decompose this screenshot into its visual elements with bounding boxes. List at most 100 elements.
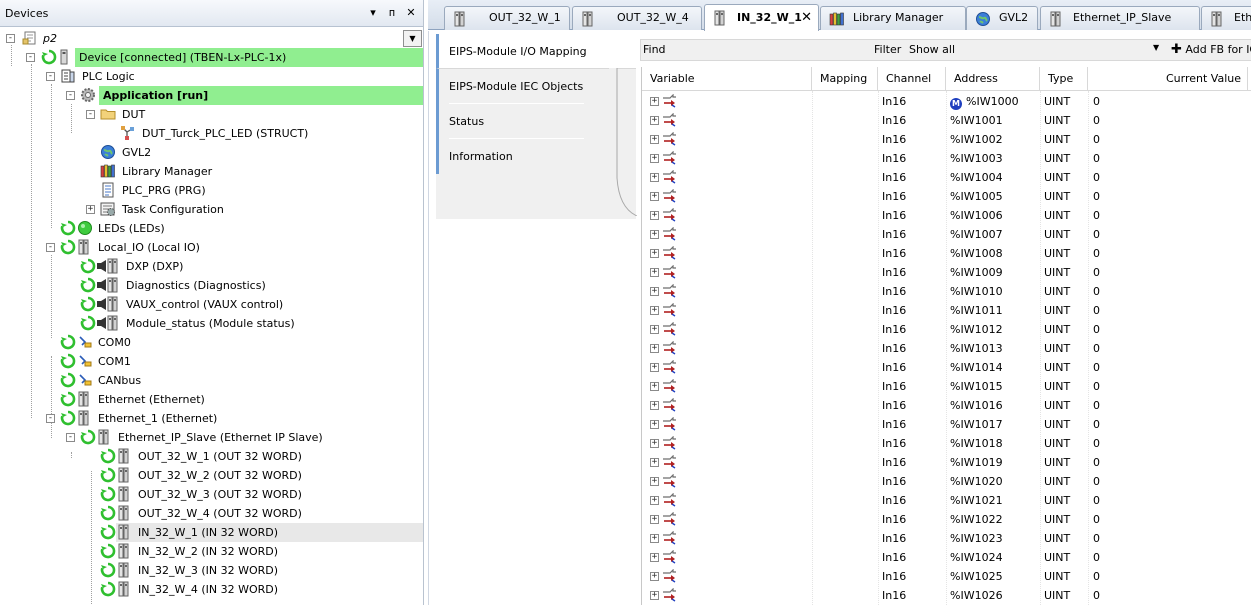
table-row[interactable]: + In16 %IW1025 UINT 0 — [642, 567, 1251, 586]
tree-node[interactable]: COM1 — [0, 352, 423, 371]
table-row[interactable]: + In16 %IW1020 UINT 0 — [642, 472, 1251, 491]
tree-node[interactable]: + Task Configuration — [0, 200, 423, 219]
table-row[interactable]: + In16 %IW1017 UINT 0 — [642, 415, 1251, 434]
tree-node[interactable]: - Ethernet_IP_Slave (Ethernet IP Slave) — [0, 428, 423, 447]
side-tab-status[interactable]: Status — [436, 104, 609, 139]
collapse-icon[interactable]: - — [46, 243, 55, 252]
tree-node[interactable]: IN_32_W_2 (IN 32 WORD) — [0, 542, 423, 561]
panel-close-icon[interactable]: ✕ — [404, 6, 418, 19]
expand-icon[interactable]: + — [650, 154, 659, 163]
tree-node[interactable]: DXP (DXP) — [0, 257, 423, 276]
table-row[interactable]: + In16 %IW1024 UINT 0 — [642, 548, 1251, 567]
tree-node[interactable]: OUT_32_W_4 (OUT 32 WORD) — [0, 504, 423, 523]
tree-node[interactable]: PLC_PRG (PRG) — [0, 181, 423, 200]
table-row[interactable]: + In16 %IW1010 UINT 0 — [642, 282, 1251, 301]
expand-icon[interactable]: + — [650, 458, 659, 467]
collapse-icon[interactable]: - — [6, 34, 15, 43]
expand-icon[interactable]: + — [650, 363, 659, 372]
side-tab-information[interactable]: Information — [436, 139, 609, 174]
tree-node[interactable]: VAUX_control (VAUX control) — [0, 295, 423, 314]
table-row[interactable]: + In16 %IW1013 UINT 0 — [642, 339, 1251, 358]
expand-icon[interactable]: + — [650, 306, 659, 315]
table-row[interactable]: + In16 %IW1011 UINT 0 — [642, 301, 1251, 320]
expand-icon[interactable]: + — [86, 205, 95, 214]
table-row[interactable]: + In16 %IW1009 UINT 0 — [642, 263, 1251, 282]
side-tab-eips-module-iec-objects[interactable]: EIPS-Module IEC Objects — [436, 69, 609, 104]
expand-icon[interactable]: + — [650, 477, 659, 486]
expand-icon[interactable]: + — [650, 97, 659, 106]
table-row[interactable]: + In16 %IW1021 UINT 0 — [642, 491, 1251, 510]
expand-icon[interactable]: + — [650, 534, 659, 543]
collapse-icon[interactable]: - — [66, 433, 75, 442]
tab-out-32-w-4[interactable]: OUT_32_W_4 — [572, 6, 702, 30]
table-row[interactable]: + In16 %IW1012 UINT 0 — [642, 320, 1251, 339]
tree-node[interactable]: Diagnostics (Diagnostics) — [0, 276, 423, 295]
tree-node[interactable]: OUT_32_W_1 (OUT 32 WORD) — [0, 447, 423, 466]
table-row[interactable]: + In16 %IW1001 UINT 0 — [642, 111, 1251, 130]
find-label[interactable]: Find — [643, 43, 666, 56]
tab-ethernet-ip-slave[interactable]: Ethernet_IP_Slave — [1040, 6, 1200, 30]
panel-float-icon[interactable]: ᴨ — [385, 6, 399, 19]
tree-node[interactable]: Library Manager — [0, 162, 423, 181]
tree-node[interactable]: - DUT — [0, 105, 423, 124]
tree-node[interactable]: DUT_Turck_PLC_LED (STRUCT) — [0, 124, 423, 143]
tree-node[interactable]: - Device [connected] (TBEN-Lx-PLC-1x) — [0, 48, 423, 67]
panel-menu-icon[interactable]: ▾ — [366, 6, 380, 19]
tab-library-manager[interactable]: Library Manager — [820, 6, 966, 30]
expand-icon[interactable]: + — [650, 211, 659, 220]
table-row[interactable]: + In16 %IW1014 UINT 0 — [642, 358, 1251, 377]
table-row[interactable]: + In16 %IW1006 UINT 0 — [642, 206, 1251, 225]
table-row[interactable]: + In16 %IW1004 UINT 0 — [642, 168, 1251, 187]
tree-node[interactable]: OUT_32_W_2 (OUT 32 WORD) — [0, 466, 423, 485]
collapse-icon[interactable]: - — [46, 72, 55, 81]
tab-in-32-w-1[interactable]: IN_32_W_1 ✕ — [704, 4, 819, 31]
expand-icon[interactable]: + — [650, 515, 659, 524]
expand-icon[interactable]: + — [650, 401, 659, 410]
tree-node[interactable]: - Local_IO (Local IO) — [0, 238, 423, 257]
table-row[interactable]: + In16 %IW1016 UINT 0 — [642, 396, 1251, 415]
table-row[interactable]: + In16 %IW1007 UINT 0 — [642, 225, 1251, 244]
table-row[interactable]: + In16 %IW1026 UINT 0 — [642, 586, 1251, 605]
tab-close-icon[interactable]: ✕ — [801, 5, 812, 31]
expand-icon[interactable]: + — [650, 287, 659, 296]
table-row[interactable]: + In16 %IW1005 UINT 0 — [642, 187, 1251, 206]
expand-icon[interactable]: + — [650, 553, 659, 562]
column-header-channel[interactable]: Channel — [878, 67, 946, 91]
expand-icon[interactable]: + — [650, 230, 659, 239]
table-row[interactable]: + In16 %IW1015 UINT 0 — [642, 377, 1251, 396]
tree-node[interactable]: IN_32_W_3 (IN 32 WORD) — [0, 561, 423, 580]
column-header-current-value[interactable]: Current Value — [1088, 67, 1248, 91]
expand-icon[interactable]: + — [650, 420, 659, 429]
expand-icon[interactable]: + — [650, 116, 659, 125]
tree-node[interactable]: OUT_32_W_3 (OUT 32 WORD) — [0, 485, 423, 504]
collapse-icon[interactable]: - — [86, 110, 95, 119]
tree-node-selected[interactable]: IN_32_W_1 (IN 32 WORD) — [0, 523, 423, 542]
column-header-variable[interactable]: Variable — [642, 67, 812, 91]
table-row[interactable]: + In16 %IW1023 UINT 0 — [642, 529, 1251, 548]
tree-node[interactable]: COM0 — [0, 333, 423, 352]
expand-icon[interactable]: + — [650, 325, 659, 334]
expand-icon[interactable]: + — [650, 496, 659, 505]
expand-icon[interactable]: + — [650, 344, 659, 353]
tree-node[interactable]: - PLC Logic — [0, 67, 423, 86]
expand-icon[interactable]: + — [650, 268, 659, 277]
expand-icon[interactable]: + — [650, 173, 659, 182]
table-row[interactable]: + In16 %IW1019 UINT 0 — [642, 453, 1251, 472]
expand-icon[interactable]: + — [650, 382, 659, 391]
expand-icon[interactable]: + — [650, 591, 659, 600]
column-header-mapping[interactable]: Mapping — [812, 67, 878, 91]
table-row[interactable]: + In16 %IW1018 UINT 0 — [642, 434, 1251, 453]
table-row[interactable]: + In16 %IW1008 UINT 0 — [642, 244, 1251, 263]
collapse-icon[interactable]: - — [26, 53, 35, 62]
expand-icon[interactable]: + — [650, 135, 659, 144]
collapse-icon[interactable]: - — [46, 414, 55, 423]
tab-ethe[interactable]: Ethe — [1201, 6, 1251, 30]
tree-node[interactable]: IN_32_W_4 (IN 32 WORD) — [0, 580, 423, 599]
table-row[interactable]: + In16 M %IW1000 UINT 0 — [642, 92, 1251, 111]
expand-icon[interactable]: + — [650, 439, 659, 448]
tab-gvl2[interactable]: GVL2 — [966, 6, 1038, 30]
tree-node[interactable]: LEDs (LEDs) — [0, 219, 423, 238]
table-row[interactable]: + In16 %IW1002 UINT 0 — [642, 130, 1251, 149]
expand-icon[interactable]: + — [650, 249, 659, 258]
table-row[interactable]: + In16 %IW1022 UINT 0 — [642, 510, 1251, 529]
